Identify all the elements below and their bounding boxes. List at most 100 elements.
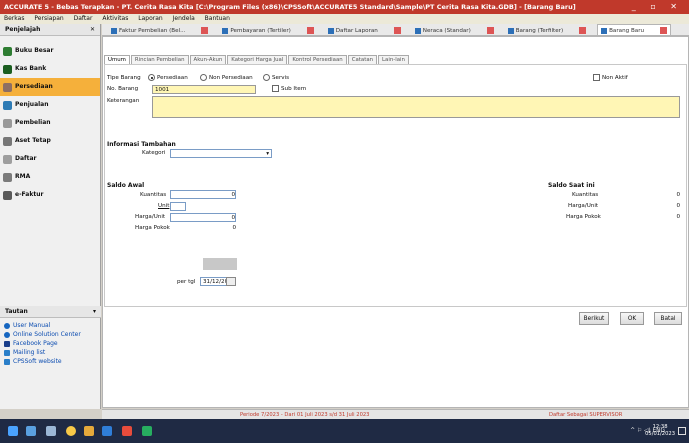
- task-view-icon[interactable]: [26, 426, 36, 436]
- link-mailing-list[interactable]: Mailing list: [0, 348, 101, 357]
- start-icon[interactable]: [8, 426, 18, 436]
- asset-icon: [3, 136, 12, 146]
- sub-item-checkbox[interactable]: Sub Item: [272, 85, 306, 92]
- tab-label: Barang Baru: [609, 28, 645, 34]
- sidebar-item-label: Kas Bank: [15, 65, 47, 72]
- menu-persiapan[interactable]: Persiapan: [34, 15, 63, 22]
- menu-aktivitas[interactable]: Aktivitas: [102, 15, 128, 22]
- tab-label: Barang (Terfilter): [515, 28, 564, 34]
- close-icon[interactable]: [393, 27, 401, 34]
- sidebar-item-daftar[interactable]: Daftar: [0, 150, 100, 168]
- close-icon[interactable]: [660, 27, 668, 34]
- tab-faktur-pembelian[interactable]: Faktur Pembelian (Bel...: [108, 25, 211, 35]
- sidebar-item-rma[interactable]: RMA: [0, 168, 100, 186]
- link-facebook[interactable]: Facebook Page: [0, 339, 101, 348]
- mail-icon[interactable]: [102, 426, 112, 436]
- radio-label: Persediaan: [157, 75, 188, 81]
- checkbox-icon: [593, 74, 600, 81]
- subtab-kategori-harga[interactable]: Kategori Harga Jual: [227, 55, 288, 64]
- notification-icon[interactable]: [678, 427, 686, 435]
- folder-icon[interactable]: [84, 426, 94, 436]
- subtab-lain-lain[interactable]: Lain-lain: [378, 55, 409, 64]
- close-icon[interactable]: [486, 27, 494, 34]
- close-icon[interactable]: [579, 27, 587, 34]
- tab-barang-terfilter[interactable]: Barang (Terfilter): [505, 25, 589, 35]
- subtab-kontrol-persediaan[interactable]: Kontrol Persediaan: [288, 55, 347, 64]
- kuantitas-input[interactable]: 0: [170, 190, 236, 199]
- sidebar-item-pembelian[interactable]: Pembelian: [0, 114, 100, 132]
- radio-servis[interactable]: Servis: [263, 74, 289, 81]
- no-barang-input[interactable]: 1001: [152, 85, 256, 94]
- cur-harga-pokok-label: Harga Pokok: [566, 214, 601, 220]
- sidebar-item-buku-besar[interactable]: Buku Besar: [0, 42, 100, 60]
- sidebar-item-aset-tetap[interactable]: Aset Tetap: [0, 132, 100, 150]
- next-button[interactable]: Berikut: [579, 312, 609, 325]
- links-panel: Tautan ▾ User Manual Online Solution Cent…: [0, 306, 101, 366]
- keterangan-input[interactable]: [152, 96, 680, 118]
- calendar-icon[interactable]: [226, 277, 236, 286]
- sidebar-item-persediaan[interactable]: Persediaan: [0, 78, 100, 96]
- checkbox-label: Sub Item: [281, 86, 307, 92]
- harga-pokok-value: 0: [232, 225, 236, 231]
- sidebar-item-efaktur[interactable]: e-Faktur: [0, 186, 100, 204]
- menu-jendela[interactable]: Jendela: [173, 15, 195, 22]
- menu-berkas[interactable]: Berkas: [4, 15, 24, 22]
- document-tabs: Faktur Pembelian (Bel... Pembayaran (Ter…: [102, 24, 689, 36]
- link-online-solution[interactable]: Online Solution Center: [0, 330, 101, 339]
- list-icon: [3, 154, 12, 164]
- harga-pokok-label: Harga Pokok: [135, 225, 170, 231]
- radio-non-persediaan[interactable]: Non Persediaan: [200, 74, 253, 81]
- subtab-catatan[interactable]: Catatan: [347, 55, 378, 64]
- saldo-awal-heading: Saldo Awal: [107, 182, 145, 189]
- subtab-akun[interactable]: Akun-Akun: [189, 55, 227, 64]
- app-icon[interactable]: [122, 426, 132, 436]
- expand-icon[interactable]: ▾: [93, 306, 96, 318]
- kuantitas-label: Kuantitas: [140, 192, 167, 198]
- sidebar-item-kas-bank[interactable]: Kas Bank: [0, 60, 100, 78]
- inventory-icon: [3, 82, 12, 92]
- cancel-button[interactable]: Batal: [654, 312, 682, 325]
- radio-persediaan[interactable]: Persediaan: [148, 74, 188, 81]
- chevron-down-icon: ▾: [266, 151, 269, 157]
- tab-daftar-laporan[interactable]: Daftar Laporan: [325, 25, 404, 35]
- close-icon[interactable]: [201, 27, 209, 34]
- unit-label: Unit: [158, 203, 170, 209]
- link-cpssoft-website[interactable]: CPSSoft website: [0, 357, 101, 366]
- harga-unit-input[interactable]: 0: [170, 213, 236, 222]
- explorer-icon[interactable]: [46, 426, 56, 436]
- efaktur-icon: [3, 190, 12, 200]
- harga-unit-label: Harga/Unit: [135, 214, 166, 220]
- accurate-icon[interactable]: [142, 426, 152, 436]
- menu-daftar[interactable]: Daftar: [74, 15, 93, 22]
- window-controls[interactable]: _ ▫ ✕: [632, 0, 683, 14]
- tab-neraca[interactable]: Neraca (Standar): [412, 25, 497, 35]
- non-aktif-checkbox[interactable]: Non Aktif: [593, 74, 628, 81]
- clock[interactable]: 12:38 05/01/2023: [645, 424, 675, 438]
- close-icon[interactable]: ✕: [90, 24, 95, 36]
- tab-barang-baru[interactable]: Barang Baru: [597, 24, 672, 35]
- kategori-select[interactable]: ▾: [170, 149, 272, 158]
- unit-input[interactable]: [170, 202, 186, 211]
- ledger-icon: [3, 46, 12, 56]
- radio-icon: [263, 74, 270, 81]
- sidebar-item-label: Buku Besar: [15, 47, 54, 54]
- sidebar-item-label: Penjualan: [15, 101, 49, 108]
- sidebar-item-label: Persediaan: [15, 83, 53, 90]
- cur-harga-pokok-value: 0: [676, 214, 680, 220]
- menu-laporan[interactable]: Laporan: [138, 15, 162, 22]
- checkbox-label: Non Aktif: [602, 75, 628, 81]
- chrome-icon[interactable]: [66, 426, 76, 436]
- link-user-manual[interactable]: User Manual: [0, 321, 101, 330]
- facebook-icon: [4, 340, 10, 347]
- tab-pembayaran[interactable]: Pembayaran (Tertiler): [219, 25, 316, 35]
- taskbar: ^ ⚐ ◁) ENG 12:38 05/01/2023: [0, 419, 689, 443]
- menu-bantuan[interactable]: Bantuan: [205, 15, 230, 22]
- sidebar-item-penjualan[interactable]: Penjualan: [0, 96, 100, 114]
- close-icon[interactable]: [306, 27, 314, 34]
- subtab-rincian-pembelian[interactable]: Rincian Pembelian: [130, 55, 189, 64]
- ok-button[interactable]: OK: [620, 312, 644, 325]
- subtab-umum[interactable]: Umum: [104, 55, 130, 64]
- cur-harga-unit-value: 0: [676, 203, 680, 209]
- cur-kuantitas-label: Kuantitas: [572, 192, 599, 198]
- link-label: CPSSoft website: [13, 358, 62, 365]
